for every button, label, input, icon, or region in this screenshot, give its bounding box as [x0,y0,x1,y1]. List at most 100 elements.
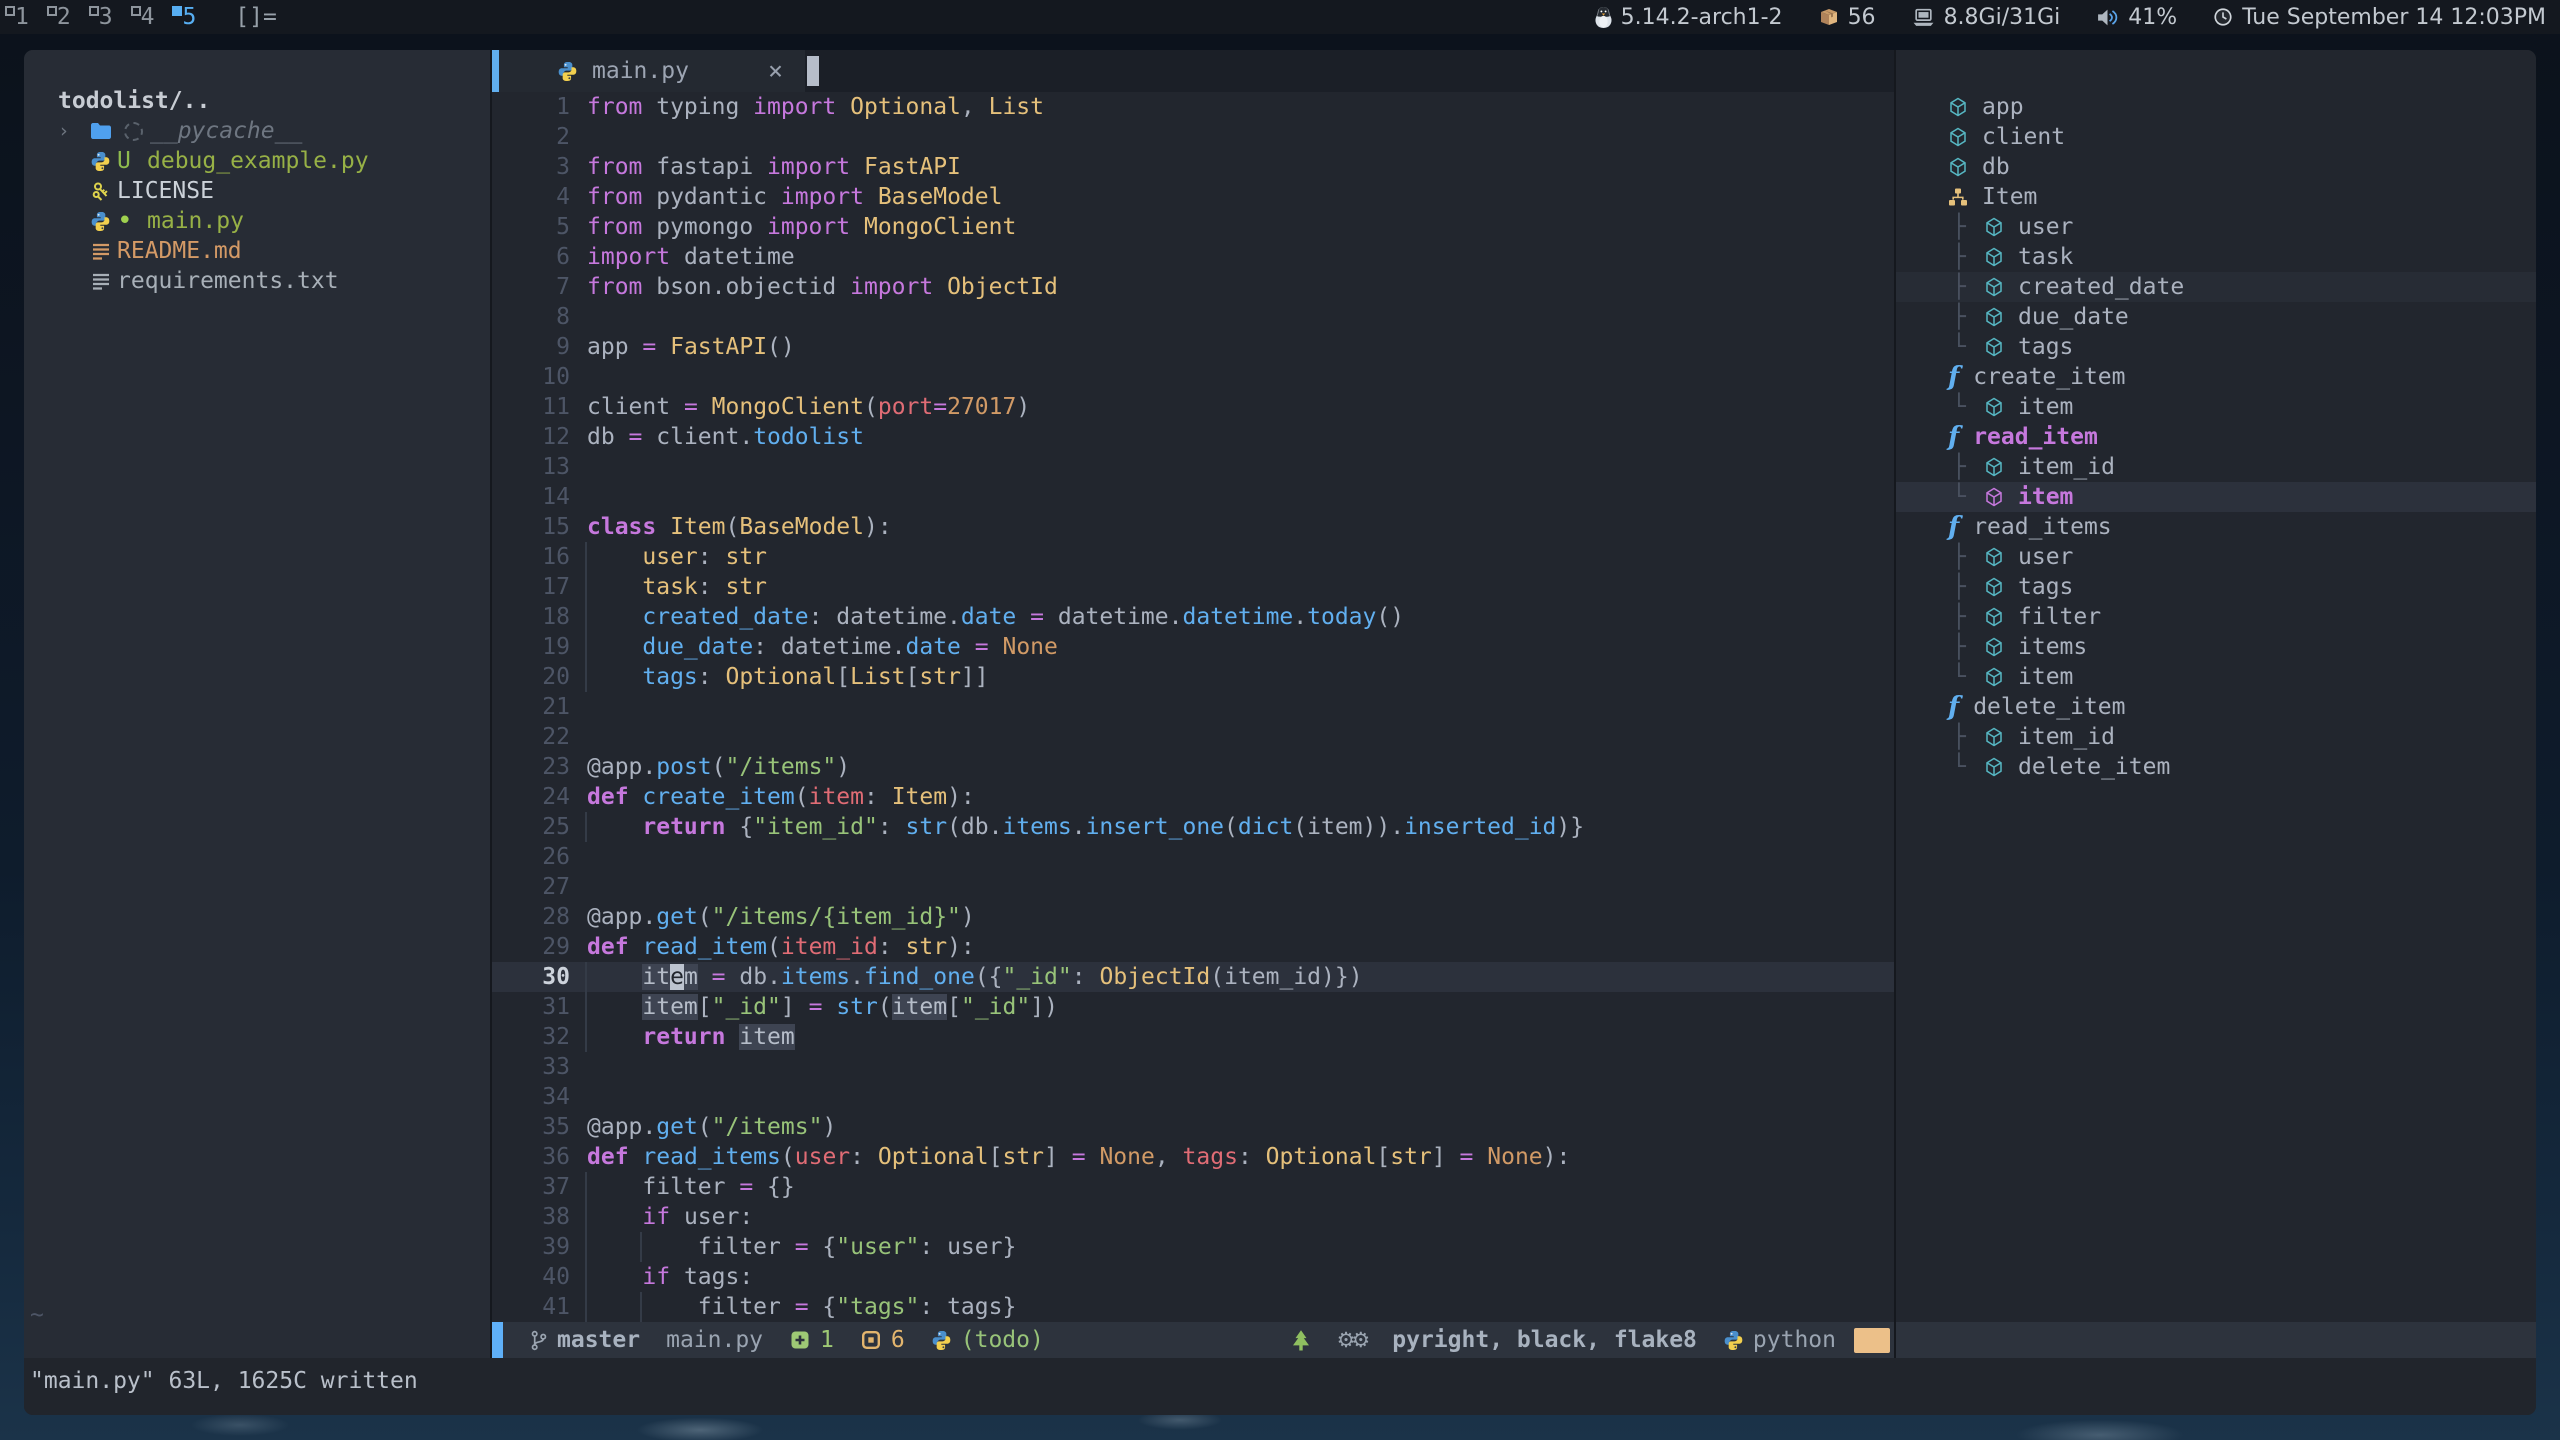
scroll-progress-block [1854,1328,1890,1353]
code-line[interactable]: 32 return item [492,1022,1894,1052]
outline-item-user[interactable]: ├user [1896,212,2536,242]
command-line[interactable]: "main.py" 63L, 1625C written [24,1358,2536,1415]
outline-item-delete_item[interactable]: fdelete_item [1896,692,2536,722]
outline-item-item_id[interactable]: ├item_id [1896,452,2536,482]
outline-item-create_item[interactable]: fcreate_item [1896,362,2536,392]
code-line[interactable]: 39 filter = {"user": user} [492,1232,1894,1262]
code-token: {} [753,1174,795,1200]
tab-main-py[interactable]: main.py × [499,50,805,92]
code-line[interactable]: 37 filter = {} [492,1172,1894,1202]
workspace-button-2[interactable]: 2 [42,2,84,30]
outline-item-created_date[interactable]: ├created_date [1896,272,2536,302]
code-line[interactable]: 25 return {"item_id": str(db.items.inser… [492,812,1894,842]
file-tree-item[interactable]: •main.py [24,206,490,236]
code-token: Optional [850,94,961,120]
file-tree-root[interactable]: todolist/.. [58,86,210,116]
code-line[interactable]: 34 [492,1082,1894,1112]
code-line[interactable]: 3from fastapi import FastAPI [492,152,1894,182]
code-line[interactable]: 41 filter = {"tags": tags} [492,1292,1894,1322]
outline-item-item[interactable]: └item [1896,392,2536,422]
code-line[interactable]: 10 [492,362,1894,392]
code-line[interactable]: 29def read_item(item_id: str): [492,932,1894,962]
tab-close-icon[interactable]: × [768,56,783,86]
code-line[interactable]: 14 [492,482,1894,512]
code-line[interactable]: 16 user: str [492,542,1894,572]
code-token: = [809,994,823,1020]
code-area[interactable]: 1from typing import Optional, List23from… [492,92,1894,1322]
code-line[interactable]: 13 [492,452,1894,482]
outline-item-due_date[interactable]: ├due_date [1896,302,2536,332]
outline-item-items[interactable]: ├items [1896,632,2536,662]
code-line[interactable]: 30 item = db.items.find_one({"_id": Obje… [492,962,1894,992]
outline-item-item_id[interactable]: ├item_id [1896,722,2536,752]
file-tree-item[interactable]: ›__pycache__ [24,116,490,146]
outline-item-app[interactable]: app [1896,92,2536,122]
tab-bar: main.py × [492,50,1894,92]
code-token: "user" [836,1234,919,1260]
code-line[interactable]: 12db = client.todolist [492,422,1894,452]
code-line[interactable]: 22 [492,722,1894,752]
class-icon [1948,187,1968,207]
code-line[interactable]: 31 item["_id"] = str(item["_id"]) [492,992,1894,1022]
code-line[interactable]: 17 task: str [492,572,1894,602]
workspace-button-3[interactable]: 3 [84,2,126,30]
line-number: 4 [492,182,570,212]
outline-item-read_items[interactable]: fread_items [1896,512,2536,542]
code-text: @app.get("/items/{item_id}") [587,902,975,932]
outline-item-user[interactable]: ├user [1896,542,2536,572]
code-line[interactable]: 36def read_items(user: Optional[str] = N… [492,1142,1894,1172]
code-line[interactable]: 21 [492,692,1894,722]
code-token: ) [1016,394,1030,420]
code-line[interactable]: 5from pymongo import MongoClient [492,212,1894,242]
outline-item-item[interactable]: └item [1896,662,2536,692]
code-token: db [587,424,629,450]
code-line[interactable]: 4from pydantic import BaseModel [492,182,1894,212]
line-number: 12 [492,422,570,452]
outline-item-task[interactable]: ├task [1896,242,2536,272]
code-line[interactable]: 2 [492,122,1894,152]
code-token: import [767,214,850,240]
file-tree-item[interactable]: LICENSE [24,176,490,206]
outline-item-tags[interactable]: └tags [1896,332,2536,362]
code-line[interactable]: 9app = FastAPI() [492,332,1894,362]
code-line[interactable]: 28@app.get("/items/{item_id}") [492,902,1894,932]
tree-connector: └ [1952,482,1966,512]
code-line[interactable]: 7from bson.objectid import ObjectId [492,272,1894,302]
outline-item-Item[interactable]: Item [1896,182,2536,212]
workspace-button-4[interactable]: 4 [126,2,168,30]
code-line[interactable]: 27 [492,872,1894,902]
code-line[interactable]: 26 [492,842,1894,872]
file-tree-item[interactable]: requirements.txt [24,266,490,296]
code-line[interactable]: 40 if tags: [492,1262,1894,1292]
outline-item-read_item[interactable]: fread_item [1896,422,2536,452]
code-token: user [795,1144,850,1170]
code-line[interactable]: 38 if user: [492,1202,1894,1232]
code-token: items [1002,814,1071,840]
outline-item-db[interactable]: db [1896,152,2536,182]
code-token: filter [587,1234,795,1260]
code-line[interactable]: 1from typing import Optional, List [492,92,1894,122]
code-line[interactable]: 33 [492,1052,1894,1082]
outline-item-client[interactable]: client [1896,122,2536,152]
code-token [656,334,670,360]
code-line[interactable]: 20 tags: Optional[List[str]] [492,662,1894,692]
code-line[interactable]: 18 created_date: datetime.date = datetim… [492,602,1894,632]
code-line[interactable]: 23@app.post("/items") [492,752,1894,782]
code-line[interactable]: 8 [492,302,1894,332]
outline-item-tags[interactable]: ├tags [1896,572,2536,602]
code-line[interactable]: 19 due_date: datetime.date = None [492,632,1894,662]
code-line[interactable]: 15class Item(BaseModel): [492,512,1894,542]
file-tree-item[interactable]: README.md [24,236,490,266]
empty-line-marker: ~ [30,1300,44,1330]
outline-item-filter[interactable]: ├filter [1896,602,2536,632]
workspace-button-1[interactable]: 1 [0,2,42,30]
outline-item-item[interactable]: └item [1896,482,2536,512]
workspace-button-5[interactable]: 5 [167,2,209,30]
file-tree-item[interactable]: Udebug_example.py [24,146,490,176]
code-line[interactable]: 24def create_item(item: Item): [492,782,1894,812]
code-line[interactable]: 11client = MongoClient(port=27017) [492,392,1894,422]
expand-arrow-icon[interactable]: › [58,116,84,146]
outline-item-delete_item[interactable]: └delete_item [1896,752,2536,782]
code-line[interactable]: 6import datetime [492,242,1894,272]
code-line[interactable]: 35@app.get("/items") [492,1112,1894,1142]
